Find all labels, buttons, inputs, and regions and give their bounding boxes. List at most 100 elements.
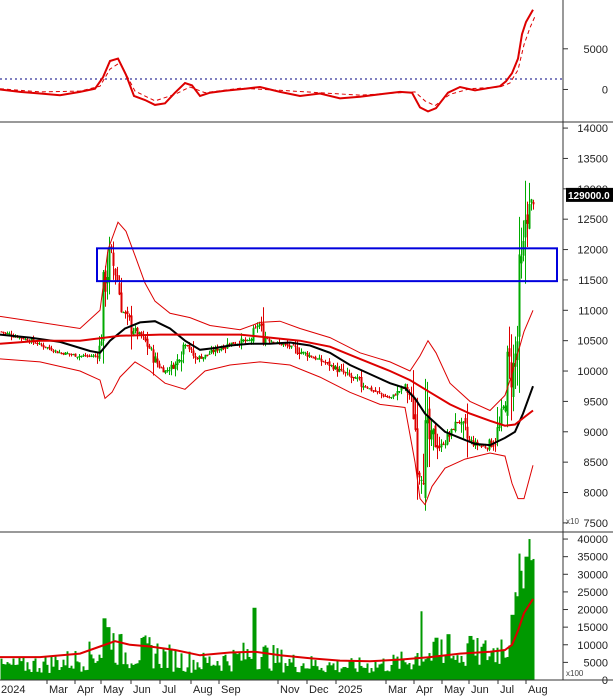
volume-bar bbox=[146, 643, 149, 680]
candle-body bbox=[184, 344, 187, 347]
x-tick-label: Apr bbox=[77, 684, 94, 696]
volume-bar bbox=[340, 668, 343, 680]
volume-bar bbox=[338, 672, 341, 680]
volume-bar bbox=[410, 669, 413, 680]
volume-bar bbox=[196, 662, 199, 680]
candle-body bbox=[258, 324, 261, 327]
volume-bar bbox=[192, 659, 195, 680]
volume-bar bbox=[290, 662, 293, 680]
volume-bar bbox=[188, 651, 191, 680]
x-tick-label: Jun bbox=[471, 684, 489, 696]
candle-body bbox=[72, 354, 75, 356]
volume-bar bbox=[128, 668, 131, 680]
candle-body bbox=[380, 393, 383, 395]
volume-bar bbox=[304, 668, 307, 680]
candle-body bbox=[64, 352, 67, 356]
candle-body bbox=[82, 355, 85, 357]
candle-body bbox=[84, 354, 87, 356]
candle-body bbox=[186, 345, 189, 347]
candle-body bbox=[0, 331, 3, 333]
candle-body bbox=[442, 443, 445, 445]
volume-bar bbox=[178, 667, 181, 680]
volume-bar bbox=[446, 634, 449, 680]
volume-bar bbox=[16, 664, 19, 680]
volume-bar bbox=[466, 643, 469, 680]
candle-body bbox=[440, 443, 443, 448]
candle-body bbox=[242, 340, 245, 342]
volume-bar bbox=[148, 637, 151, 680]
volume-tick-label: 5000 bbox=[584, 657, 608, 669]
candle-body bbox=[250, 339, 253, 341]
candle-body bbox=[390, 397, 393, 399]
candle-body bbox=[182, 344, 185, 355]
volume-bar bbox=[6, 662, 9, 680]
volume-panel: 40000 35000 30000 25000 20000 15000 10000 5000 0… bbox=[0, 532, 608, 687]
volume-bar bbox=[460, 655, 463, 680]
candle-body bbox=[212, 349, 215, 352]
candle-body bbox=[362, 386, 365, 388]
volume-bar bbox=[378, 664, 381, 680]
volume-bar bbox=[174, 650, 177, 680]
volume-bar bbox=[92, 658, 95, 680]
x-axis-labels: 2024 Mar Apr May Jun Jul Aug Sep Nov Dec 2025 Mar Ap… bbox=[1, 680, 548, 696]
candle-body bbox=[436, 445, 439, 449]
candle-body bbox=[414, 414, 417, 430]
volume-bar bbox=[238, 652, 241, 680]
volume-bar bbox=[110, 649, 113, 680]
volume-bar bbox=[14, 664, 17, 680]
volume-bar bbox=[204, 657, 207, 680]
volume-bar bbox=[62, 659, 65, 680]
volume-bar bbox=[24, 670, 27, 680]
volume-bar bbox=[222, 656, 225, 680]
volume-bar bbox=[402, 658, 405, 680]
candle-body bbox=[196, 357, 199, 360]
volume-bar bbox=[468, 635, 471, 680]
volume-bar bbox=[422, 661, 425, 680]
volume-bar bbox=[132, 664, 135, 680]
volume-bar bbox=[44, 656, 47, 680]
volume-bar bbox=[380, 663, 383, 680]
candle-body bbox=[340, 368, 343, 370]
volume-bar bbox=[194, 669, 197, 680]
volume-bar bbox=[26, 662, 29, 680]
volume-bar bbox=[142, 636, 145, 680]
volume-bar bbox=[82, 666, 85, 680]
volume-bar bbox=[54, 656, 57, 680]
volume-bar bbox=[274, 662, 277, 680]
volume-bar bbox=[294, 666, 297, 680]
candle-body bbox=[332, 365, 335, 370]
volume-bar bbox=[412, 664, 415, 680]
candle-body bbox=[518, 254, 521, 337]
candle-body bbox=[398, 391, 401, 393]
candle-body bbox=[116, 275, 119, 281]
volume-bar bbox=[250, 658, 253, 680]
volume-bar bbox=[504, 657, 507, 680]
volume-ticks: 40000 35000 30000 25000 20000 15000 10000 5000 0 bbox=[563, 534, 608, 687]
candle-body bbox=[356, 378, 359, 380]
candle-body bbox=[44, 346, 47, 348]
x-tick-label: Jul bbox=[500, 684, 514, 696]
candle-body bbox=[118, 283, 121, 295]
volume-bar bbox=[436, 637, 439, 680]
volume-bar bbox=[4, 664, 7, 680]
candle-body bbox=[218, 349, 221, 351]
candle-body bbox=[144, 336, 147, 341]
price-tick-label: 11500 bbox=[578, 275, 608, 287]
volume-bar bbox=[86, 669, 89, 680]
candle-body bbox=[70, 354, 73, 356]
volume-bar bbox=[10, 664, 13, 680]
candle-body bbox=[220, 348, 223, 351]
x-tick-label: Mar bbox=[49, 684, 68, 696]
candle-body bbox=[152, 349, 155, 363]
price-tick-label: 14000 bbox=[577, 123, 608, 135]
candle-body bbox=[108, 247, 111, 282]
candle-body bbox=[334, 366, 337, 370]
volume-bar bbox=[296, 672, 299, 680]
volume-bar bbox=[40, 672, 43, 680]
candle-body bbox=[372, 390, 375, 392]
volume-bar bbox=[462, 661, 465, 680]
candle-body bbox=[428, 408, 431, 440]
volume-bar bbox=[458, 662, 461, 680]
volume-bar bbox=[52, 666, 55, 680]
candle-body bbox=[76, 356, 79, 358]
